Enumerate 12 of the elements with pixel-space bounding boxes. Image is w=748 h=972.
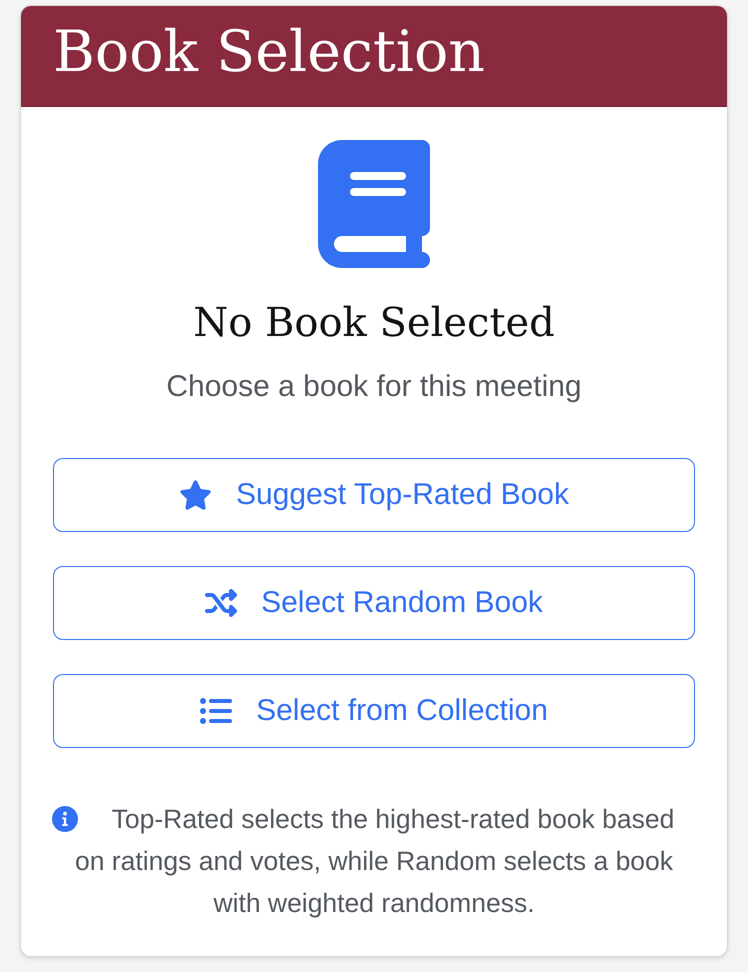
info-note-text: Top-Rated selects the highest-rated book based on ratings and votes, while Random selects a book with weighted randomness. [74,804,674,918]
book-icon [318,139,430,269]
action-button[interactable]: Select from Collection [53,674,695,748]
action-button[interactable]: Select Random Book [53,566,695,640]
card-title: Book Selection [53,20,486,88]
empty-state-title: No Book Selected [193,299,555,347]
info-icon [52,806,78,832]
shuffle-icon [205,589,238,617]
list-icon [200,698,232,724]
action-button[interactable]: Suggest Top-Rated Book [53,458,695,532]
star-icon [178,480,212,510]
empty-state-subtitle: Choose a book for this meeting [166,369,582,405]
